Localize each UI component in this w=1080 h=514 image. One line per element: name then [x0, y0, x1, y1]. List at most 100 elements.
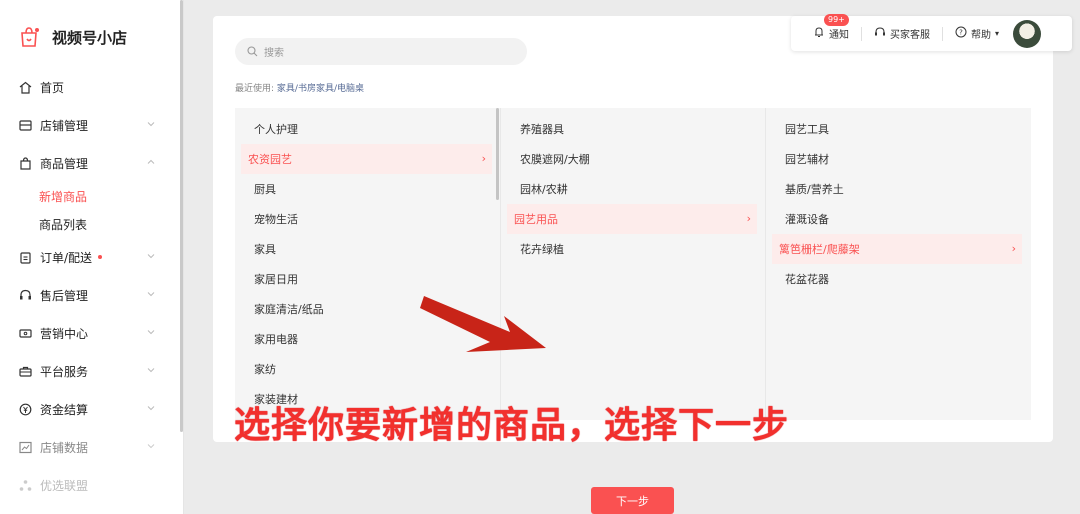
- sidebar-item-home[interactable]: 首页: [0, 68, 184, 106]
- category-item[interactable]: 家纺: [241, 354, 492, 384]
- recent-used: 最近使用: 家具/书房家具/电脑桌: [235, 81, 364, 94]
- column-scrollbar[interactable]: [496, 108, 499, 200]
- sidebar-item-products[interactable]: 商品管理: [0, 144, 184, 182]
- notification-dot: [98, 255, 103, 259]
- annotation-text: 选择你要新增的商品，选择下一步: [234, 405, 790, 446]
- headset-icon: [18, 288, 32, 302]
- category-item[interactable]: 花盆花器: [772, 264, 1022, 294]
- chevron-down-icon: [146, 327, 156, 337]
- divider: [942, 26, 943, 41]
- category-column-3[interactable]: 园艺工具 园艺辅材 基质/营养土 灌溉设备 篱笆栅栏/爬藤架 › 花盆花器: [765, 108, 1030, 420]
- help-label: 帮助: [971, 30, 991, 41]
- sidebar-subitem-add-product[interactable]: 新增商品: [0, 182, 184, 210]
- divider: [861, 26, 862, 41]
- search-icon: [247, 46, 258, 57]
- category-item[interactable]: 基质/营养土: [772, 174, 1022, 204]
- category-item[interactable]: 个人护理: [241, 114, 492, 144]
- caret-down-icon: ▾: [995, 29, 1000, 38]
- chevron-right-icon: ›: [1011, 242, 1016, 255]
- sidebar-item-label: 店铺管理: [40, 118, 89, 133]
- sidebar-subitem-product-list[interactable]: 商品列表: [0, 210, 184, 238]
- sidebar-item-label: 商品管理: [40, 156, 89, 171]
- sidebar-item-alliance[interactable]: 优选联盟: [0, 466, 184, 504]
- category-column-2[interactable]: 养殖器具 农膜遮网/大棚 园林/农耕 园艺用品 › 花卉绿植: [500, 108, 765, 420]
- chevron-down-icon: [146, 441, 156, 451]
- clipboard-icon: [18, 250, 32, 264]
- help-button[interactable]: ? 帮助 ▾: [955, 26, 999, 41]
- ticket-icon: [18, 326, 32, 340]
- headset-icon: [874, 26, 886, 41]
- sidebar-item-platform-services[interactable]: 平台服务: [0, 352, 184, 390]
- sidebar-item-store-data[interactable]: 店铺数据: [0, 428, 184, 466]
- sidebar-item-label: 订单/配送: [40, 250, 93, 265]
- search-placeholder: 搜索: [264, 48, 284, 59]
- category-item[interactable]: 农膜遮网/大棚: [507, 144, 757, 174]
- help-icon: ?: [955, 26, 967, 41]
- category-item[interactable]: 园林/农耕: [507, 174, 757, 204]
- chevron-down-icon: [146, 365, 156, 375]
- notify-label: 通知: [829, 30, 849, 41]
- chevron-right-icon: ›: [481, 152, 486, 165]
- category-label: 农资园艺: [248, 153, 292, 166]
- category-item-selected[interactable]: 农资园艺 ›: [241, 144, 492, 174]
- category-panel: 搜索 最近使用: 家具/书房家具/电脑桌 个人护理 农资园艺 › 厨具 宠物生活…: [213, 16, 1053, 442]
- avatar[interactable]: [1013, 19, 1042, 48]
- chevron-down-icon: [146, 251, 156, 261]
- search-input[interactable]: 搜索: [235, 38, 527, 65]
- top-bar: 99+ 通知 买家客服 ? 帮助 ▾: [791, 14, 1072, 51]
- shop-bag-icon: [18, 26, 40, 48]
- sidebar-menu: 首页 店铺管理 商品管理 新增商品 商品列表 订单/配送 售后管理 营销中心 平…: [0, 68, 184, 504]
- category-item-selected[interactable]: 园艺用品 ›: [507, 204, 757, 234]
- chart-icon: [18, 440, 32, 454]
- sidebar-item-orders[interactable]: 订单/配送: [0, 238, 184, 276]
- bag-icon: [18, 156, 32, 170]
- category-item[interactable]: 花卉绿植: [507, 234, 757, 264]
- chevron-down-icon: [146, 119, 156, 129]
- brand[interactable]: 视频号小店: [18, 26, 127, 48]
- service-label: 买家客服: [890, 30, 930, 41]
- chevron-down-icon: [146, 289, 156, 299]
- sidebar-item-label: 售后管理: [40, 288, 89, 303]
- svg-text:?: ?: [959, 29, 963, 37]
- category-item[interactable]: 家具: [241, 234, 492, 264]
- notify-button[interactable]: 99+ 通知: [813, 14, 849, 41]
- sidebar-item-label: 平台服务: [40, 364, 89, 379]
- category-item-selected[interactable]: 篱笆栅栏/爬藤架 ›: [772, 234, 1022, 264]
- sidebar-item-marketing[interactable]: 营销中心: [0, 314, 184, 352]
- category-columns: 个人护理 农资园艺 › 厨具 宠物生活 家具 家居日用 家庭清洁/纸品 家用电器…: [235, 108, 1031, 420]
- chevron-up-icon: [146, 157, 156, 167]
- next-button[interactable]: 下一步: [591, 487, 674, 514]
- category-item[interactable]: 厨具: [241, 174, 492, 204]
- chevron-right-icon: ›: [746, 212, 751, 225]
- sidebar-item-label: 营销中心: [40, 326, 89, 341]
- store-icon: [18, 118, 32, 132]
- category-item[interactable]: 宠物生活: [241, 204, 492, 234]
- sidebar-item-label: 优选联盟: [40, 478, 89, 493]
- category-label: 篱笆栅栏/爬藤架: [779, 243, 860, 256]
- category-column-1[interactable]: 个人护理 农资园艺 › 厨具 宠物生活 家具 家居日用 家庭清洁/纸品 家用电器…: [235, 108, 500, 420]
- category-item[interactable]: 园艺辅材: [772, 144, 1022, 174]
- sidebar-item-settlement[interactable]: 资金结算: [0, 390, 184, 428]
- brand-name: 视频号小店: [52, 28, 128, 47]
- sidebar: 视频号小店 首页 店铺管理 商品管理 新增商品 商品列表 订单/配送 售后管理 …: [0, 0, 184, 514]
- category-item[interactable]: 养殖器具: [507, 114, 757, 144]
- home-icon: [18, 80, 32, 94]
- customer-service-button[interactable]: 买家客服: [874, 26, 930, 41]
- annotation-arrow-icon: [420, 296, 546, 352]
- sidebar-item-after-sales[interactable]: 售后管理: [0, 276, 184, 314]
- network-icon: [18, 478, 32, 492]
- category-item[interactable]: 园艺工具: [772, 114, 1022, 144]
- recent-link[interactable]: 家具/书房家具/电脑桌: [277, 84, 364, 94]
- recent-prefix: 最近使用:: [235, 84, 275, 94]
- sidebar-scrollbar[interactable]: [180, 0, 183, 432]
- sidebar-item-label: 资金结算: [40, 402, 89, 417]
- sidebar-item-label: 店铺数据: [40, 440, 89, 455]
- yen-icon: [18, 402, 32, 416]
- category-item[interactable]: 灌溉设备: [772, 204, 1022, 234]
- briefcase-icon: [18, 364, 32, 378]
- bell-icon: [813, 26, 825, 41]
- sidebar-item-store[interactable]: 店铺管理: [0, 106, 184, 144]
- chevron-down-icon: [146, 403, 156, 413]
- notify-badge: 99+: [824, 14, 849, 26]
- sidebar-item-label: 首页: [40, 80, 65, 95]
